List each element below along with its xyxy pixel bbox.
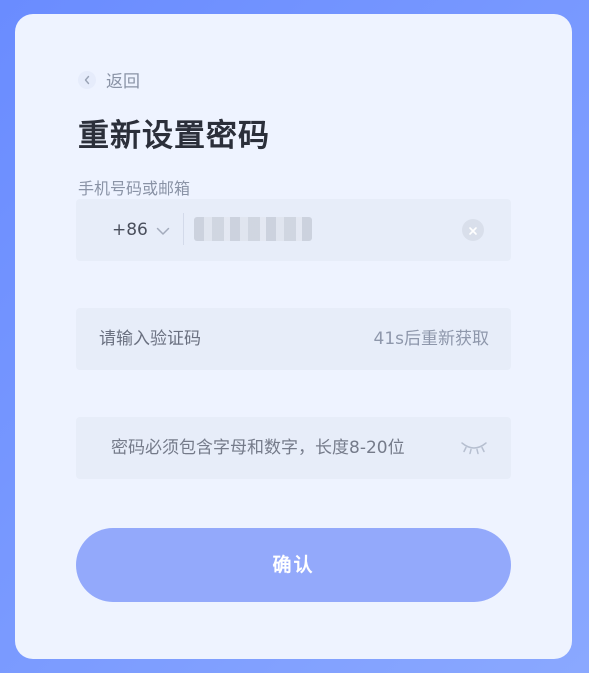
confirm-button[interactable]: 确认 <box>76 528 511 602</box>
country-code-select[interactable]: +86 <box>112 199 170 261</box>
password-input[interactable]: 密码必须包含字母和数字，长度8-20位 <box>111 417 405 479</box>
eye-closed-icon[interactable] <box>459 439 489 457</box>
page-title: 重新设置密码 <box>78 118 270 154</box>
back-label: 返回 <box>106 72 140 92</box>
back-link[interactable]: 返回 <box>78 67 140 92</box>
reset-password-card: 返回 重新设置密码 手机号码或邮箱 +86 请输入验证码 41s后重新获取 密码… <box>15 14 572 659</box>
close-icon <box>468 221 478 240</box>
resend-code-button[interactable]: 41s后重新获取 <box>374 308 490 370</box>
country-code-value: +86 <box>112 220 148 240</box>
phone-field-label: 手机号码或邮箱 <box>78 179 191 198</box>
phone-field: +86 <box>76 199 511 261</box>
phone-input[interactable] <box>194 217 312 241</box>
chevron-down-icon <box>156 221 170 240</box>
clear-input-button[interactable] <box>462 219 484 241</box>
verification-code-input[interactable]: 请输入验证码 <box>99 308 201 370</box>
chevron-left-icon <box>78 70 96 89</box>
field-divider <box>183 213 184 245</box>
password-field[interactable]: 密码必须包含字母和数字，长度8-20位 <box>76 417 511 479</box>
verification-code-field[interactable]: 请输入验证码 41s后重新获取 <box>76 308 511 370</box>
